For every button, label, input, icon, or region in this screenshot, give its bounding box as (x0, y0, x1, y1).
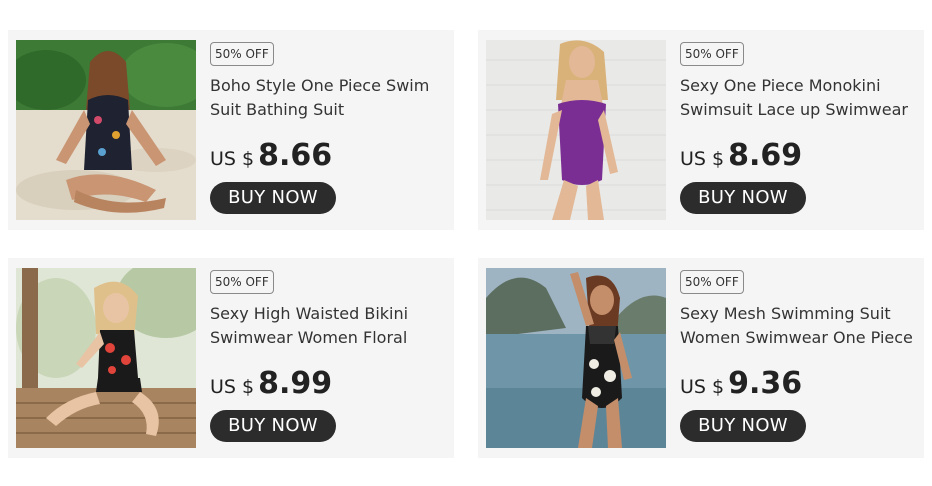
product-title[interactable]: Sexy Mesh Swimming Suit Women Swimwear O… (680, 302, 916, 350)
price-currency: US $ (680, 376, 725, 398)
product-card[interactable]: 50% OFF Sexy One Piece Monokini Swimsuit… (478, 30, 924, 230)
product-title[interactable]: Boho Style One Piece Swim Suit Bathing S… (210, 74, 446, 122)
discount-badge: 50% OFF (210, 270, 274, 294)
price-currency: US $ (210, 376, 255, 398)
product-title[interactable]: Sexy One Piece Monokini Swimsuit Lace up… (680, 74, 916, 122)
product-image[interactable] (486, 268, 666, 448)
price-amount: 8.66 (258, 138, 333, 173)
product-photo-garden (16, 268, 196, 448)
buy-now-button[interactable]: BUY NOW (210, 182, 336, 214)
price-amount: 8.99 (258, 366, 333, 401)
product-title[interactable]: Sexy High Waisted Bikini Swimwear Women … (210, 302, 446, 350)
price: US $8.66 (210, 138, 332, 178)
buy-now-button[interactable]: BUY NOW (680, 182, 806, 214)
product-photo-beach (16, 40, 196, 220)
discount-badge: 50% OFF (210, 42, 274, 66)
price: US $8.99 (210, 366, 332, 406)
product-card[interactable]: 50% OFF Sexy Mesh Swimming Suit Women Sw… (478, 258, 924, 458)
buy-now-button[interactable]: BUY NOW (210, 410, 336, 442)
product-card[interactable]: 50% OFF Sexy High Waisted Bikini Swimwea… (8, 258, 454, 458)
price: US $8.69 (680, 138, 802, 178)
discount-badge: 50% OFF (680, 42, 744, 66)
product-card[interactable]: 50% OFF Boho Style One Piece Swim Suit B… (8, 30, 454, 230)
price-amount: 8.69 (728, 138, 803, 173)
price: US $9.36 (680, 366, 802, 406)
buy-now-button[interactable]: BUY NOW (680, 410, 806, 442)
product-grid: 50% OFF Boho Style One Piece Swim Suit B… (0, 0, 932, 486)
product-image[interactable] (486, 40, 666, 220)
price-currency: US $ (210, 148, 255, 170)
price-amount: 9.36 (728, 366, 803, 401)
product-photo-wall (486, 40, 666, 220)
discount-badge: 50% OFF (680, 270, 744, 294)
price-currency: US $ (680, 148, 725, 170)
product-photo-sea (486, 268, 666, 448)
product-image[interactable] (16, 268, 196, 448)
product-image[interactable] (16, 40, 196, 220)
